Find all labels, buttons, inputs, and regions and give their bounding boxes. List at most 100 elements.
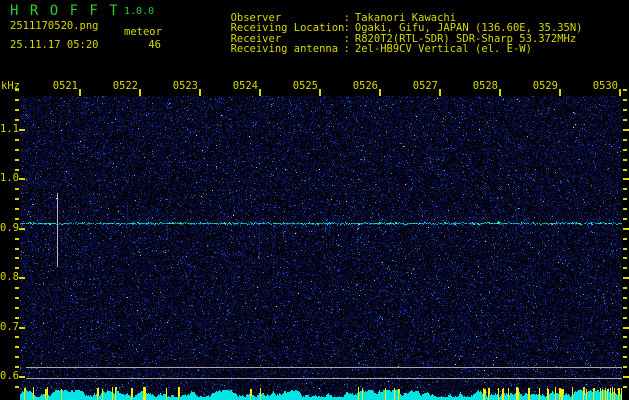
time-minute-tick [319, 89, 321, 96]
freq-label: 0.6 [0, 370, 19, 382]
time-minute-tick [499, 89, 501, 96]
freq-minor-tick-left [15, 208, 19, 210]
freq-minor-tick-right [623, 297, 627, 299]
freq-label: 0.7 [0, 320, 19, 333]
info-label: Receiving antenna [230, 43, 339, 55]
time-label: 0524 [232, 80, 258, 92]
freq-major-tick-left [19, 376, 25, 378]
time-minute-tick [139, 89, 141, 96]
info-label: Receiving Location [230, 22, 345, 34]
freq-minor-tick-right [623, 336, 627, 338]
freq-minor-tick-right [623, 218, 627, 220]
freq-minor-tick-right [623, 89, 627, 91]
time-label: 0530 [592, 80, 618, 92]
freq-minor-tick-right [623, 169, 627, 171]
time-label: 0522 [112, 80, 138, 92]
info-value: 2el-HB9CV Vertical (el. E-W) [354, 43, 532, 55]
freq-major-tick-right [623, 327, 629, 329]
freq-major-tick-right [623, 129, 629, 131]
datetime-label: 25.11.17 05:20 [10, 39, 99, 51]
time-minute-tick [619, 89, 621, 96]
freq-minor-tick-left [15, 149, 19, 151]
freq-minor-tick-left [15, 89, 19, 91]
freq-major-tick-left [19, 327, 25, 329]
time-minute-tick [379, 89, 381, 96]
time-label: 0526 [352, 80, 378, 92]
freq-minor-tick-left [15, 287, 19, 289]
freq-label: 1.0 [0, 172, 19, 185]
freq-minor-tick-right [623, 208, 627, 210]
freq-minor-tick-left [15, 119, 19, 121]
freq-minor-tick-right [623, 159, 627, 161]
freq-minor-tick-left [15, 346, 19, 348]
freq-minor-tick-left [15, 307, 19, 309]
freq-minor-tick-right [623, 287, 627, 289]
time-label: 0525 [292, 80, 318, 92]
info-row-observer: Observer: Takanori Kawachi [180, 2, 582, 23]
hrofft-screen: H R O F F T 1.0.0 2511170520.png meteor … [0, 0, 629, 400]
time-label: 0527 [412, 80, 438, 92]
freq-major-tick-right [623, 228, 629, 230]
freq-label: 0.9 [0, 221, 19, 234]
freq-minor-tick-right [623, 366, 627, 368]
freq-minor-tick-left [15, 99, 19, 101]
freq-minor-tick-left [15, 248, 19, 250]
freq-minor-tick-left [15, 169, 19, 171]
freq-major-tick-left [19, 277, 25, 279]
freq-minor-tick-right [623, 198, 627, 200]
freq-minor-tick-left [15, 139, 19, 141]
freq-minor-tick-right [623, 267, 627, 269]
echo-count-label: 46 [148, 39, 161, 51]
freq-major-tick-right [623, 277, 629, 279]
freq-minor-tick-right [623, 149, 627, 151]
freq-minor-tick-right [623, 317, 627, 319]
freq-major-tick-left [19, 228, 25, 230]
app-title: H R O F F T [10, 3, 120, 19]
freq-major-tick-right [623, 376, 629, 378]
freq-minor-tick-right [623, 139, 627, 141]
freq-major-tick-left [19, 178, 25, 180]
freq-major-tick-right [623, 178, 629, 180]
freq-major-tick-left [19, 129, 25, 131]
freq-minor-tick-right [623, 238, 627, 240]
time-label: 0523 [172, 80, 198, 92]
filename-label: 2511170520.png [10, 20, 99, 32]
freq-minor-tick-left [15, 366, 19, 368]
time-minute-tick [79, 89, 81, 96]
freq-minor-tick-left [15, 188, 19, 190]
time-label: 0521 [52, 80, 78, 92]
freq-minor-tick-left [15, 198, 19, 200]
time-label: 0528 [472, 80, 498, 92]
freq-minor-tick-left [15, 267, 19, 269]
freq-minor-tick-right [623, 248, 627, 250]
time-minute-tick [259, 89, 261, 96]
time-label: 0529 [532, 80, 558, 92]
freq-minor-tick-left [15, 109, 19, 111]
freq-minor-tick-left [15, 386, 19, 388]
freq-label: 1.1 [0, 123, 19, 135]
freq-minor-tick-left [15, 257, 19, 259]
freq-minor-tick-right [623, 307, 627, 309]
time-minute-tick [439, 89, 441, 96]
spectrogram-canvas [20, 96, 622, 400]
info-colon: : [343, 43, 350, 55]
freq-minor-tick-right [623, 356, 627, 358]
freq-minor-tick-right [623, 257, 627, 259]
freq-minor-tick-right [623, 119, 627, 121]
freq-minor-tick-left [15, 297, 19, 299]
freq-minor-tick-left [15, 218, 19, 220]
freq-minor-tick-right [623, 188, 627, 190]
freq-minor-tick-right [623, 386, 627, 388]
time-minute-tick [199, 89, 201, 96]
freq-minor-tick-left [15, 238, 19, 240]
freq-minor-tick-left [15, 336, 19, 338]
freq-minor-tick-left [15, 356, 19, 358]
time-minute-tick [559, 89, 561, 96]
observation-mode-label: meteor [124, 26, 162, 38]
freq-minor-tick-left [15, 317, 19, 319]
freq-label: 0.8 [0, 271, 19, 284]
freq-minor-tick-right [623, 346, 627, 348]
station-info-table: Observer: Takanori Kawachi Receiving Loca… [180, 2, 583, 54]
freq-minor-tick-right [623, 109, 627, 111]
freq-minor-tick-left [15, 159, 19, 161]
